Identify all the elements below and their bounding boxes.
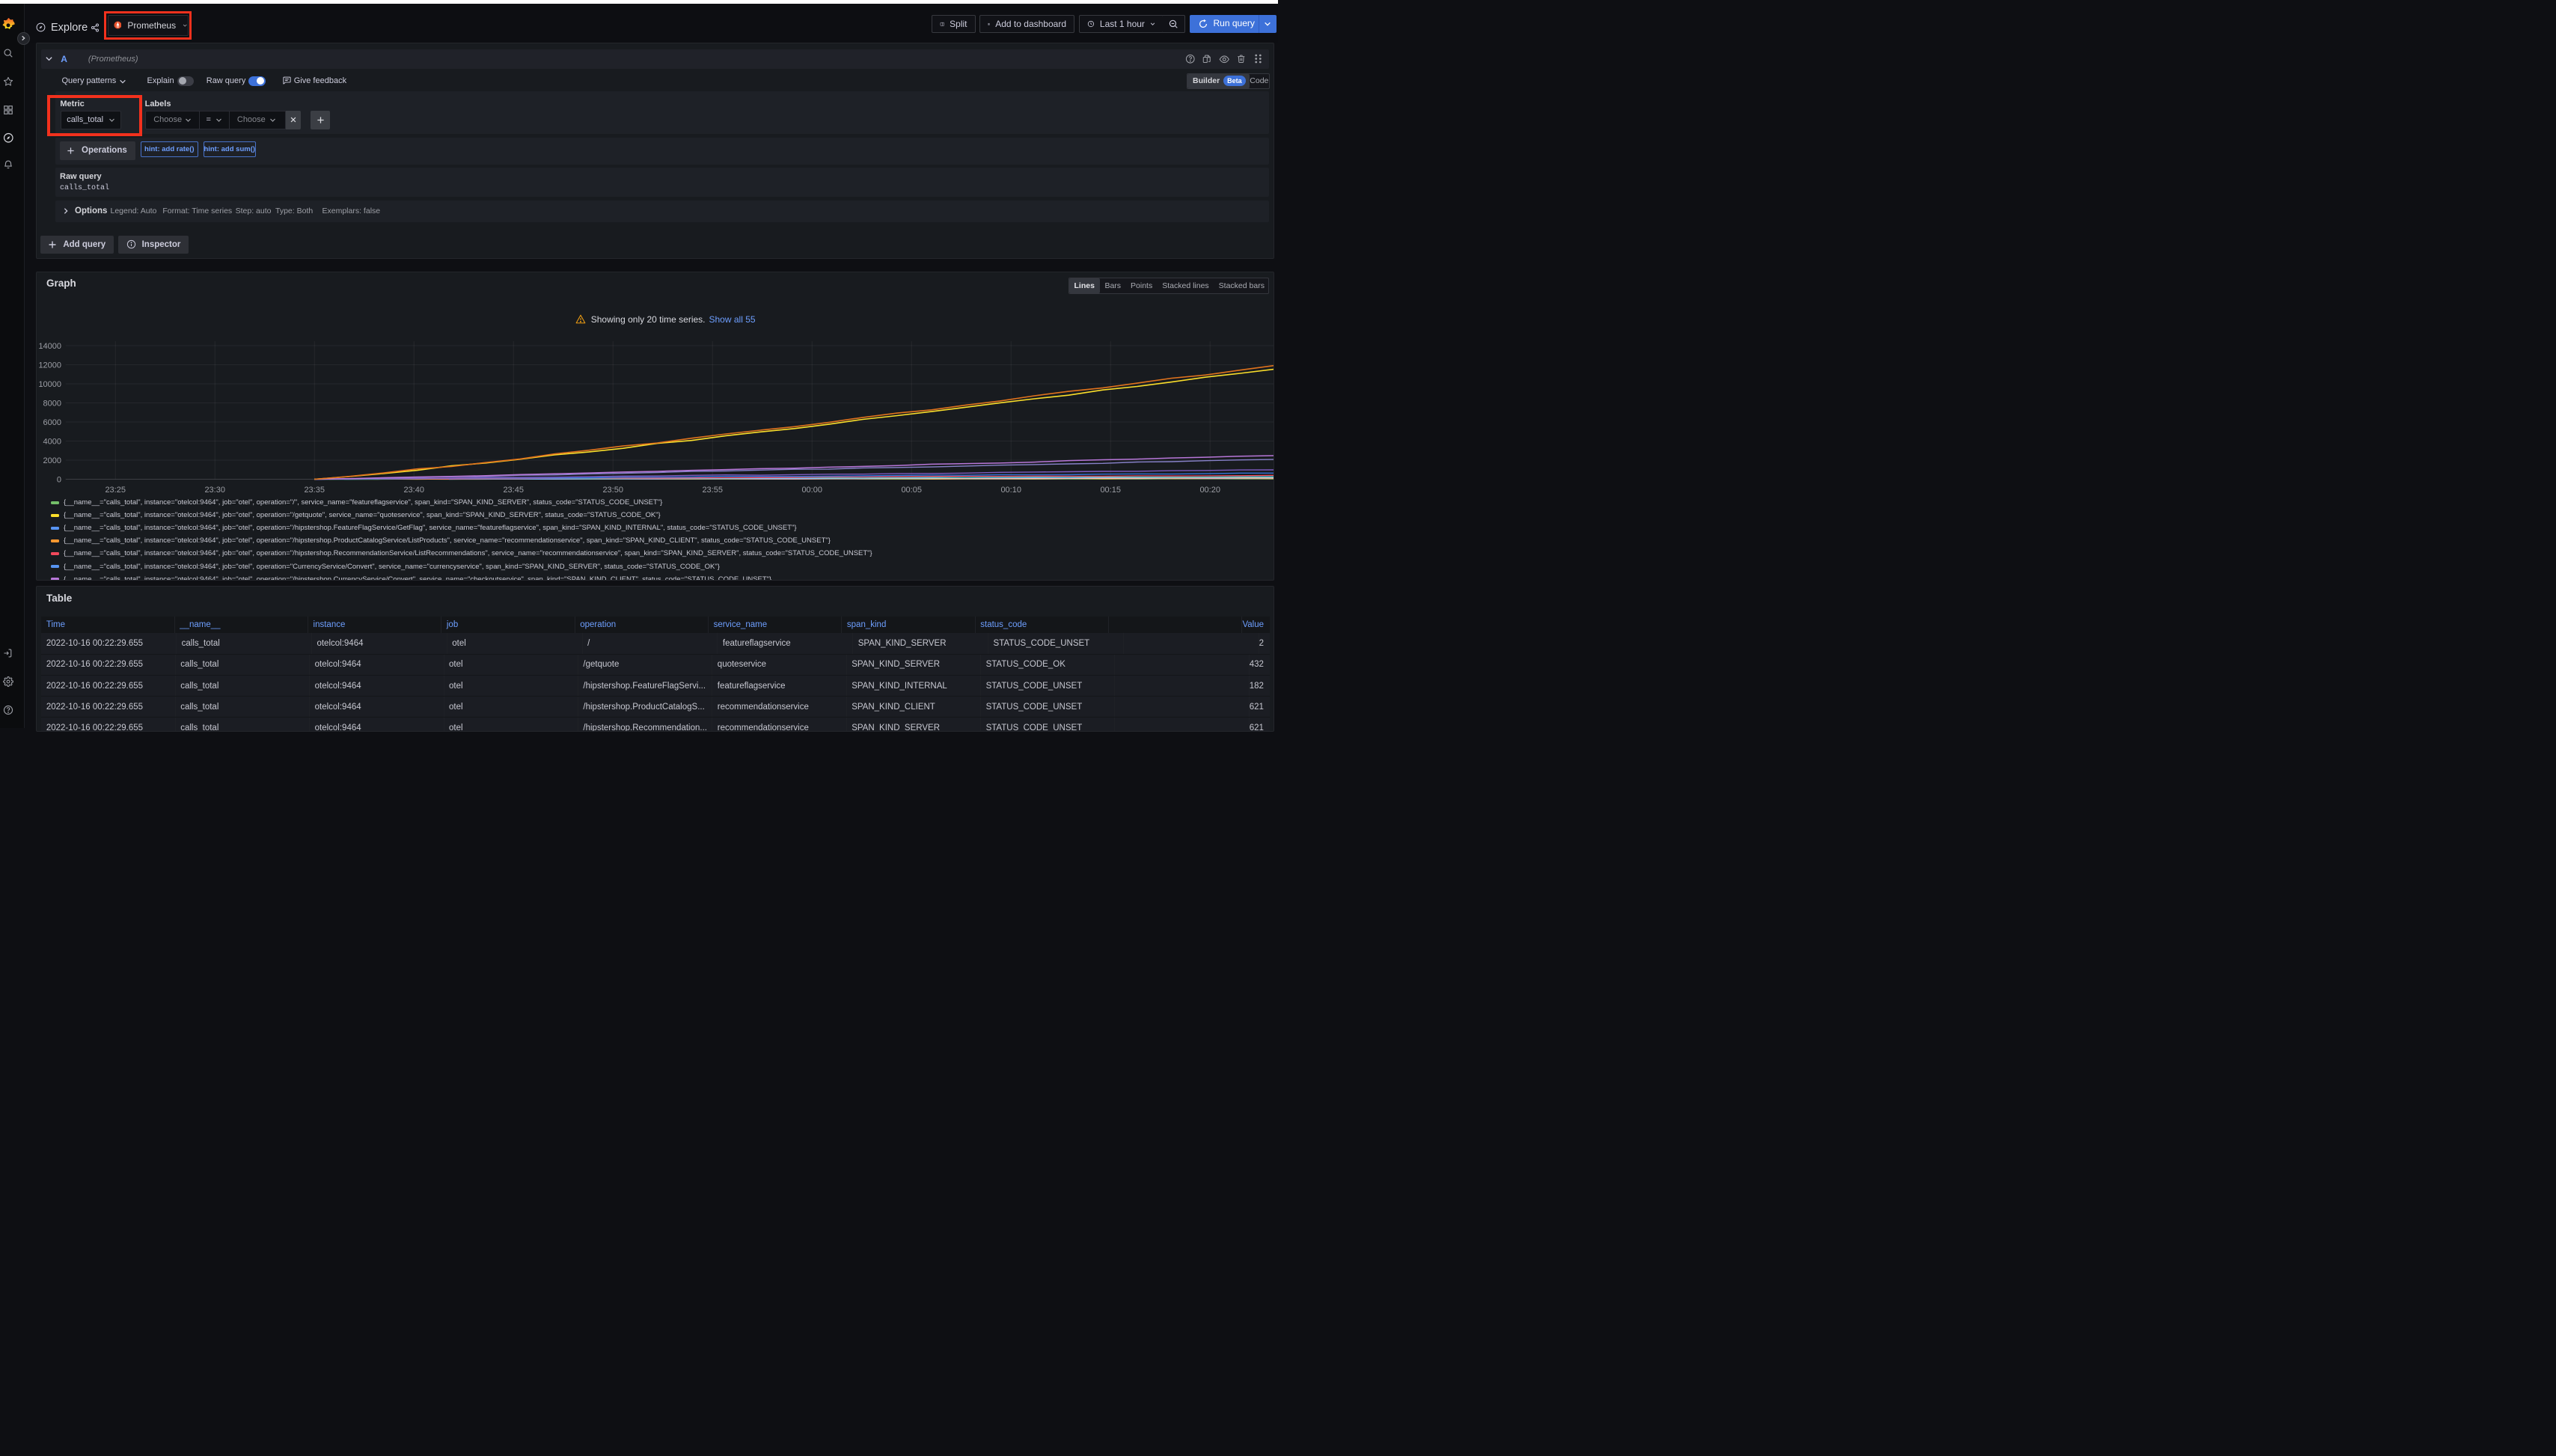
svg-text:23:50: 23:50 [602,486,623,495]
svg-text:10000: 10000 [38,380,61,389]
svg-text:23:40: 23:40 [403,486,424,495]
svg-text:23:45: 23:45 [503,486,524,495]
svg-text:12000: 12000 [38,361,61,370]
svg-text:14000: 14000 [38,342,61,351]
svg-text:00:15: 00:15 [1100,486,1121,495]
svg-text:4000: 4000 [43,437,61,446]
svg-text:0: 0 [57,475,61,484]
svg-text:00:05: 00:05 [901,486,922,495]
svg-text:8000: 8000 [43,399,61,408]
svg-text:6000: 6000 [43,418,61,427]
svg-text:23:55: 23:55 [702,486,723,495]
svg-text:23:35: 23:35 [304,486,325,495]
svg-text:2000: 2000 [43,456,61,465]
svg-text:23:30: 23:30 [204,486,225,495]
svg-text:00:20: 00:20 [1199,486,1220,495]
svg-text:00:10: 00:10 [1000,486,1021,495]
svg-text:00:00: 00:00 [801,486,822,495]
svg-text:23:25: 23:25 [105,486,126,495]
